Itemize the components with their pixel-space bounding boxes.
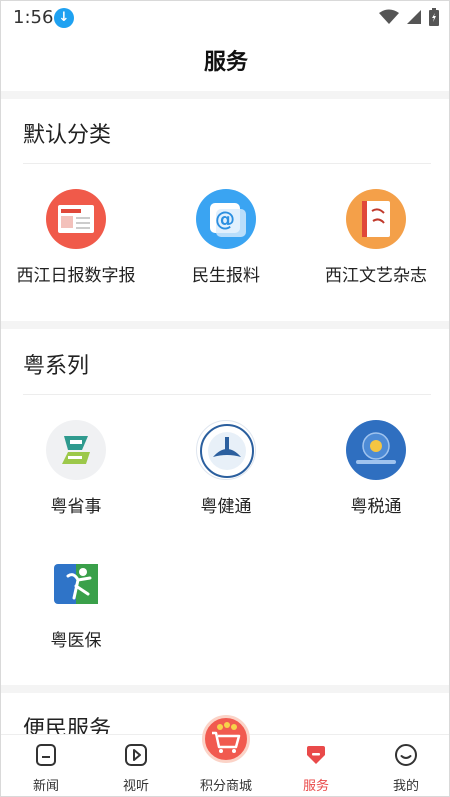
service-label: 粤健通 xyxy=(200,497,252,517)
cart-icon[interactable] xyxy=(202,715,250,763)
service-label: 粤医保 xyxy=(50,631,102,651)
page-header: 服务 xyxy=(1,35,449,91)
yue-sheng-shi-icon xyxy=(46,420,106,480)
svg-text:@: @ xyxy=(215,207,235,231)
profile-icon xyxy=(395,744,417,766)
section-rule xyxy=(23,163,431,164)
tab-service[interactable]: 服务 xyxy=(271,735,361,796)
service-label: 粤省事 xyxy=(50,497,102,517)
yue-jian-tong-icon xyxy=(196,420,256,480)
yue-yi-bao-icon xyxy=(46,554,106,614)
system-icons xyxy=(379,7,439,27)
status-time: 1:56 xyxy=(13,7,54,28)
play-icon xyxy=(125,744,147,766)
section-title-default: 默认分类 xyxy=(23,123,112,148)
section-divider xyxy=(1,321,449,329)
service-label: 西江日报数字报 xyxy=(16,266,136,286)
newspaper-icon xyxy=(46,189,106,249)
news-icon xyxy=(36,744,56,766)
service-minsheng-report[interactable]: @ 民生报料 xyxy=(151,189,301,286)
service-xijiang-art-magazine[interactable]: 西江文艺杂志 xyxy=(301,189,449,286)
service-yue-shui-tong[interactable]: 粤税通 xyxy=(301,420,449,517)
tab-label: 视听 xyxy=(122,779,149,794)
yue-shui-tong-icon xyxy=(346,420,406,480)
service-label: 民生报料 xyxy=(192,266,260,286)
section-divider xyxy=(1,91,449,99)
battery-icon xyxy=(429,8,439,26)
tab-label: 服务 xyxy=(302,779,329,794)
service-xijiang-daily[interactable]: 西江日报数字报 xyxy=(1,189,151,286)
bottom-nav: 新闻 视听 积分商城 服务 我的 xyxy=(1,715,449,796)
section-title-yue: 粤系列 xyxy=(23,354,90,379)
phone-frame: 1:56 ↓ 服务 默认分类 西江日报数字报 @ 民生报料 西江文艺杂志 粤系列… xyxy=(0,0,450,797)
wifi-icon xyxy=(379,9,399,24)
tab-label: 新闻 xyxy=(32,779,59,794)
tab-news[interactable]: 新闻 xyxy=(1,735,91,796)
service-yue-sheng-shi[interactable]: 粤省事 xyxy=(1,420,151,517)
tab-video[interactable]: 视听 xyxy=(91,735,181,796)
service-icon xyxy=(307,746,325,764)
magazine-icon xyxy=(346,189,406,249)
signal-icon xyxy=(407,10,421,24)
service-label: 西江文艺杂志 xyxy=(325,266,427,286)
tab-label: 积分商城 xyxy=(199,779,252,794)
at-sign-icon: @ xyxy=(196,189,256,249)
service-yue-jian-tong[interactable]: 粤健通 xyxy=(151,420,301,517)
tab-label: 我的 xyxy=(392,779,419,794)
tab-profile[interactable]: 我的 xyxy=(361,735,449,796)
download-icon: ↓ xyxy=(54,8,74,28)
service-yue-yi-bao[interactable]: 粤医保 xyxy=(1,554,151,651)
section-divider xyxy=(1,685,449,693)
page-title: 服务 xyxy=(203,50,248,75)
service-label: 粤税通 xyxy=(350,497,402,517)
status-bar: 1:56 ↓ xyxy=(1,1,449,35)
section-rule xyxy=(23,394,431,395)
